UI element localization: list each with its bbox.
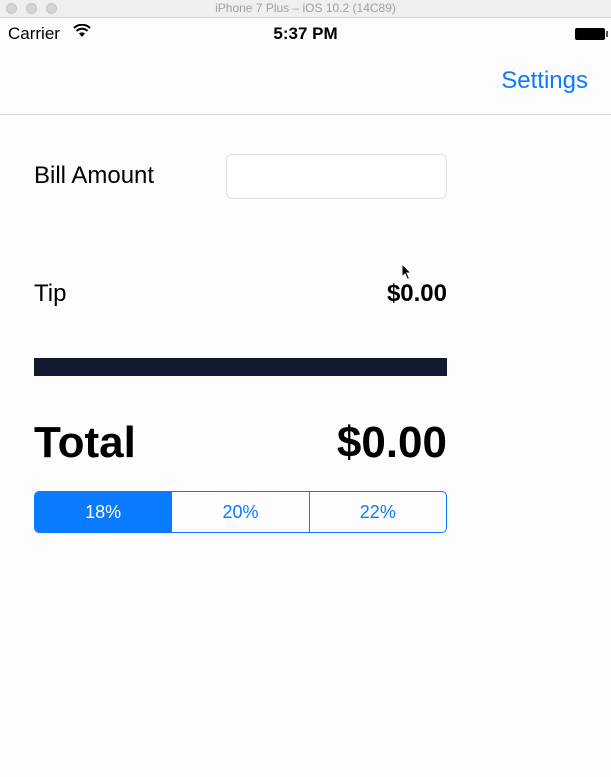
bill-amount-label: Bill Amount [34, 162, 155, 189]
window-title-bar: iPhone 7 Plus – iOS 10.2 (14C89) [0, 0, 611, 18]
window-title: iPhone 7 Plus – iOS 10.2 (14C89) [215, 1, 396, 15]
tip-percentage-control: 18% 20% 22% [34, 491, 447, 533]
battery-icon [575, 28, 608, 40]
mouse-pointer-icon [401, 262, 413, 286]
settings-button[interactable]: Settings [501, 67, 588, 95]
tip-option-18[interactable]: 18% [35, 492, 172, 532]
divider-bar [34, 358, 447, 376]
total-label: Total [34, 418, 136, 467]
tip-label: Tip [34, 280, 67, 307]
status-bar: Carrier 5:37 PM [0, 18, 611, 50]
bill-amount-input[interactable] [226, 154, 447, 199]
total-value: $0.00 [336, 418, 447, 467]
status-time: 5:37 PM [273, 24, 338, 43]
navigation-bar: Settings [0, 50, 611, 115]
tip-option-20[interactable]: 20% [171, 492, 308, 532]
tip-value: $0.00 [386, 280, 447, 307]
tip-option-22[interactable]: 22% [308, 492, 446, 532]
